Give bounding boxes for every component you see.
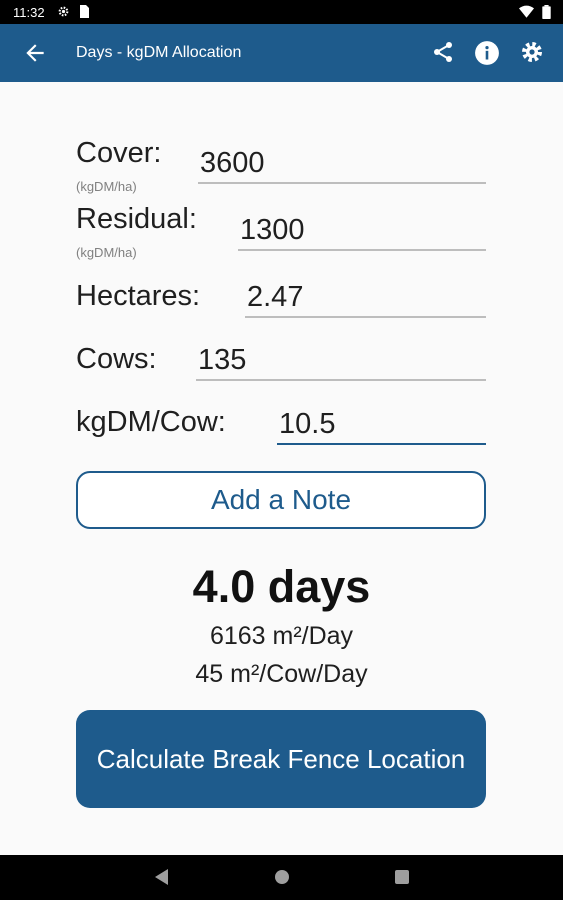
settings-icon <box>57 5 70 21</box>
nav-home-icon[interactable] <box>272 867 292 887</box>
cows-label: Cows: <box>76 343 157 375</box>
battery-icon <box>542 5 551 22</box>
residual-input[interactable] <box>238 211 486 251</box>
hectares-label: Hectares: <box>76 280 201 312</box>
hectares-input[interactable] <box>245 278 486 318</box>
residual-unit: (kgDM/ha) <box>76 245 137 260</box>
page-title: Days - kgDM Allocation <box>76 44 242 61</box>
info-icon[interactable] <box>474 40 500 66</box>
days-result: 4.0 days <box>192 561 371 612</box>
status-time: 11:32 <box>13 5 45 20</box>
calculate-break-fence-button[interactable]: Calculate Break Fence Location <box>76 710 486 808</box>
area-per-cow-day: 45 m²/Cow/Day <box>195 660 368 688</box>
residual-label: Residual: <box>76 203 197 235</box>
cows-input[interactable] <box>196 341 486 381</box>
navigation-bar <box>0 855 563 900</box>
app-bar: Days - kgDM Allocation <box>0 24 563 82</box>
kgdm-per-cow-input[interactable] <box>277 405 486 445</box>
gear-icon[interactable] <box>520 40 546 66</box>
status-bar: 11:32 <box>0 0 563 24</box>
cover-label: Cover: <box>76 137 162 169</box>
wifi-icon <box>519 5 534 22</box>
nav-back-icon[interactable] <box>152 867 172 887</box>
cover-input[interactable] <box>198 144 486 184</box>
kgdm-per-cow-label: kgDM/Cow: <box>76 406 226 438</box>
back-arrow-icon[interactable] <box>22 40 48 66</box>
cover-unit: (kgDM/ha) <box>76 179 137 194</box>
storage-icon <box>78 5 89 21</box>
add-note-button[interactable]: Add a Note <box>76 471 486 529</box>
area-per-day: 6163 m²/Day <box>209 622 354 650</box>
nav-recents-icon[interactable] <box>393 867 413 887</box>
share-icon[interactable] <box>431 40 457 66</box>
